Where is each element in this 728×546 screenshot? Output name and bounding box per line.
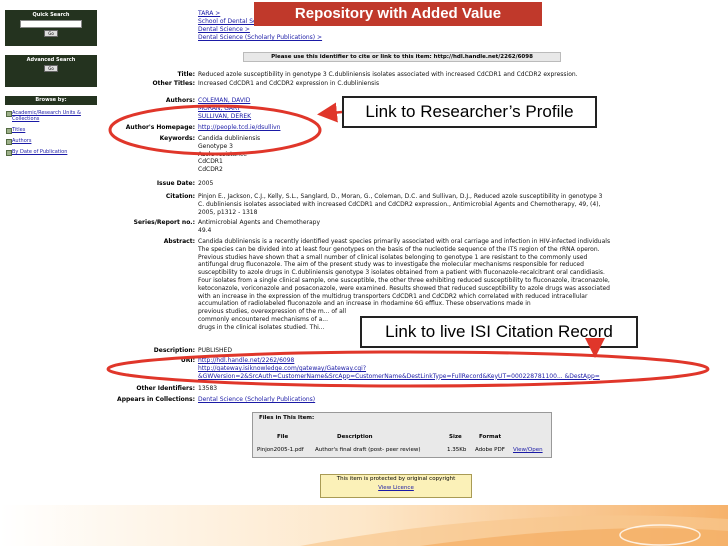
quick-search-title: Quick Search xyxy=(32,12,70,18)
files-header-file: File xyxy=(277,434,289,440)
keyword: CdCDR2 xyxy=(198,166,223,174)
series-number: 49.4 xyxy=(198,226,212,234)
banner-title: Repository with Added Value xyxy=(254,2,542,26)
handle-uri-link[interactable]: http://hdl.handle.net/2262/6098 xyxy=(198,357,718,365)
isi-citation-link[interactable]: http://gateway.isiknowledge.com/gateway/… xyxy=(198,365,718,373)
browse-item-academic-units[interactable]: Academic/Research Units & Collections xyxy=(5,110,97,122)
view-open-link[interactable]: View/Open xyxy=(513,447,543,453)
keywords-label: Keywords: xyxy=(159,135,195,142)
authors-list: COLEMAN, DAVID MORAN, GARY SULLIVAN, DER… xyxy=(198,97,251,120)
keyword: Azole resistance xyxy=(198,150,247,158)
uri-value: http://hdl.handle.net/2262/6098 http://g… xyxy=(198,357,718,380)
keyword: Candida dubliniensis xyxy=(198,135,261,142)
collection-link[interactable]: Dental Science (Scholarly Publications) xyxy=(198,396,315,404)
homepage-link[interactable]: http://people.tcd.ie/dsullivn xyxy=(198,124,280,132)
breadcrumb: TARA > School of Dental Sciences > Denta… xyxy=(198,10,322,42)
browse-item-date[interactable]: By Date of Publication xyxy=(5,149,97,156)
series-value: Antimicrobial Agents and Chemotherapy 49… xyxy=(198,219,320,235)
author-link[interactable]: COLEMAN, DAVID xyxy=(198,97,251,105)
description-label: Description: xyxy=(153,347,195,354)
quick-search-panel: Quick Search Go xyxy=(5,10,97,46)
homepage-label: Author's Homepage: xyxy=(125,124,195,131)
citation-line: C. dubliniensis isolates associated with… xyxy=(198,200,601,208)
quick-search-go-button[interactable]: Go xyxy=(44,30,58,37)
citation-value: Pinjon E., Jackson, C.J., Kelly, S.L., S… xyxy=(198,193,603,216)
file-format: Adobe PDF xyxy=(475,447,505,453)
handle-identifier-bar: Please use this identifier to cite or li… xyxy=(243,52,561,62)
issue-date-label: Issue Date: xyxy=(156,180,195,187)
advanced-search-title: Advanced Search xyxy=(26,57,76,63)
abstract-label: Abstract: xyxy=(163,238,195,245)
keyword: Genotype 3 xyxy=(198,142,233,150)
files-table: Files in This Item: File Description Siz… xyxy=(252,412,552,458)
abstract-line: Previous studies have shown that a small… xyxy=(198,253,588,261)
files-title: Files in This Item: xyxy=(259,415,315,421)
breadcrumb-tara[interactable]: TARA > xyxy=(198,10,254,18)
series-name: Antimicrobial Agents and Chemotherapy xyxy=(198,219,321,226)
copyright-box: This item is protected by original copyr… xyxy=(320,474,472,498)
author-link[interactable]: MORAN, GARY xyxy=(198,105,251,113)
view-licence-link[interactable]: View Licence xyxy=(321,484,471,493)
collections-label: Appears in Collections: xyxy=(117,396,195,403)
file-description: Author's final draft (post- peer review) xyxy=(315,447,421,453)
citation-line: Pinjon E., Jackson, C.J., Kelly, S.L., S… xyxy=(198,193,603,200)
quick-search-input[interactable] xyxy=(20,20,82,28)
copyright-text: This item is protected by original copyr… xyxy=(336,476,456,482)
callout-researcher-profile: Link to Researcher’s Profile xyxy=(342,96,597,128)
other-identifiers-label: Other Identifiers: xyxy=(136,385,195,392)
series-label: Series/Report no.: xyxy=(133,219,195,226)
profile-arrow xyxy=(317,102,343,123)
description-value: PUBLISHED xyxy=(198,347,232,354)
breadcrumb-school[interactable]: School of Dental Sciences > xyxy=(198,18,283,26)
keywords-list: Candida dubliniensis Genotype 3 Azole re… xyxy=(198,135,260,174)
author-link[interactable]: SULLIVAN, DEREK xyxy=(198,113,251,121)
abstract-line: antifungal drug fluconazole. The aim of … xyxy=(198,261,584,269)
abstract-line: previous studies, overexpression of the … xyxy=(198,308,347,316)
abstract-line: susceptibility to azole drugs in C.dubli… xyxy=(198,269,605,277)
abstract-line: Candida dubliniensis is a recently ident… xyxy=(198,238,611,245)
callout-isi-citation: Link to live ISI Citation Record xyxy=(360,316,638,348)
file-name: Pinjon2005-1.pdf xyxy=(257,447,304,453)
files-header-size: Size xyxy=(449,434,462,440)
title-label: Title: xyxy=(177,71,195,78)
other-titles-value: Increased CdCDR1 and CdCDR2 expression i… xyxy=(198,80,380,87)
abstract-line: ketoconazole, voriconazole and posaconaz… xyxy=(198,284,610,292)
slide-footer-swoosh xyxy=(0,505,728,546)
files-header-format: Format xyxy=(479,434,502,440)
abstract-line: Four isolates from a single clinical sam… xyxy=(198,276,610,284)
abstract-line: with an increase in the expression of th… xyxy=(198,292,588,300)
bottom-decoration xyxy=(0,505,728,546)
isi-citation-link-cont[interactable]: &GWVersion=2&SrcAuth=CustomerName&SrcApp… xyxy=(198,373,718,381)
advanced-search-go-button[interactable]: Go xyxy=(44,65,58,72)
abstract-line: accumulation of radiolabeled fluconazole… xyxy=(198,300,531,308)
other-titles-label: Other Titles: xyxy=(152,80,195,87)
issue-date-value: 2005 xyxy=(198,180,214,187)
breadcrumb-scholarly-publications[interactable]: Dental Science (Scholarly Publications) … xyxy=(198,34,322,42)
keyword: CdCDR1 xyxy=(198,158,223,166)
file-size: 1.35Kb xyxy=(447,447,467,453)
citation-label: Citation: xyxy=(165,193,195,200)
uri-label: URI: xyxy=(180,357,195,364)
citation-line: 2005, p1312 - 1318 xyxy=(198,208,258,216)
files-header-description: Description xyxy=(337,434,373,440)
other-identifiers-value: 13583 xyxy=(198,385,218,392)
breadcrumb-dental-science[interactable]: Dental Science > xyxy=(198,26,254,34)
authors-label: Authors: xyxy=(165,97,195,104)
abstract-line: The species can be divided into at least… xyxy=(198,245,600,253)
title-value: Reduced azole susceptibility in genotype… xyxy=(198,71,578,78)
